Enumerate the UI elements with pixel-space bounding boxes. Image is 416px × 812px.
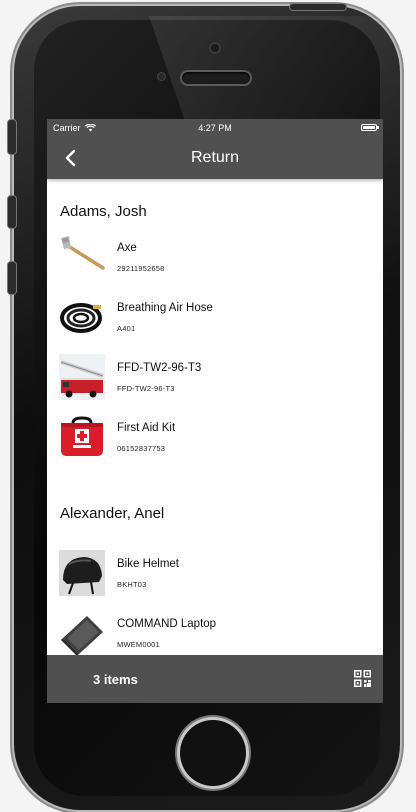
volume-down-button bbox=[8, 262, 16, 294]
list-item[interactable]: COMMAND Laptop MWEM0001 bbox=[47, 603, 383, 655]
axe-image bbox=[59, 234, 105, 280]
status-time: 4:27 PM bbox=[198, 123, 232, 133]
group-header: Adams, Josh bbox=[60, 203, 147, 220]
earpiece-speaker bbox=[182, 72, 250, 84]
list-item[interactable]: Axe 29211952658 bbox=[47, 227, 383, 287]
proximity-sensor bbox=[158, 73, 165, 80]
item-code: BKHT03 bbox=[117, 579, 147, 589]
power-button bbox=[290, 4, 346, 10]
item-name: Breathing Air Hose bbox=[117, 301, 213, 314]
item-code: A401 bbox=[117, 323, 136, 333]
item-count-label: 3 items bbox=[93, 671, 138, 687]
bottom-toolbar: 3 items bbox=[47, 655, 383, 703]
return-list[interactable]: Adams, Josh Axe 29211952658 Breathing Ai… bbox=[47, 179, 383, 655]
item-name: FFD-TW2-96-T3 bbox=[117, 361, 202, 374]
first-aid-kit-image bbox=[59, 414, 105, 460]
item-code: FFD-TW2-96-T3 bbox=[117, 383, 175, 393]
list-item[interactable]: Bike Helmet BKHT03 bbox=[47, 543, 383, 603]
item-code: 29211952658 bbox=[117, 263, 165, 273]
helmet-image bbox=[59, 550, 105, 596]
navigation-bar: Return bbox=[47, 137, 383, 179]
item-name: First Aid Kit bbox=[117, 421, 176, 434]
laptop-image bbox=[59, 610, 105, 655]
front-camera bbox=[209, 42, 221, 54]
list-item[interactable]: Breathing Air Hose A401 bbox=[47, 287, 383, 347]
back-chevron-icon[interactable] bbox=[61, 148, 81, 168]
page-title: Return bbox=[190, 149, 240, 166]
qr-code-icon[interactable] bbox=[354, 670, 371, 687]
hose-image bbox=[59, 294, 105, 340]
battery-icon bbox=[361, 124, 379, 131]
status-bar: Carrier 4:27 PM bbox=[47, 119, 383, 137]
app-screen: Carrier 4:27 PM Return Adams, Josh Axe 2… bbox=[47, 119, 383, 703]
group-header: Alexander, Anel bbox=[60, 505, 165, 522]
volume-up-button bbox=[8, 196, 16, 228]
fire-truck-image bbox=[59, 354, 105, 400]
home-button[interactable] bbox=[180, 720, 246, 786]
item-code: MWEM0001 bbox=[117, 639, 160, 649]
item-name: Bike Helmet bbox=[117, 557, 179, 570]
item-name: COMMAND Laptop bbox=[117, 617, 217, 630]
item-name: Axe bbox=[117, 241, 137, 254]
list-item[interactable]: First Aid Kit 06152837753 bbox=[47, 407, 383, 467]
item-code: 06152837753 bbox=[117, 443, 166, 453]
mute-switch bbox=[8, 120, 16, 154]
list-item[interactable]: FFD-TW2-96-T3 FFD-TW2-96-T3 bbox=[47, 347, 383, 407]
